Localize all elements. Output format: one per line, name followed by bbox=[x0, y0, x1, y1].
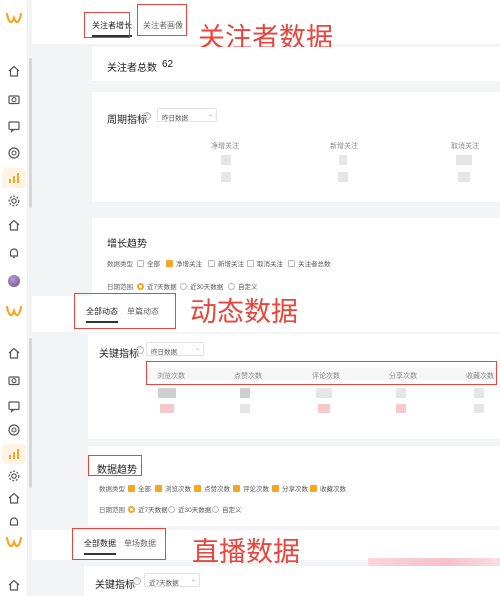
highlight-box bbox=[137, 4, 187, 36]
key-metrics-label: 关键指标 bbox=[99, 349, 139, 360]
metric-value-blurred bbox=[456, 155, 472, 165]
avatar[interactable] bbox=[8, 275, 20, 287]
annotation-live: 直播数据 bbox=[192, 537, 300, 568]
metric-value-blurred bbox=[396, 404, 406, 413]
metric-value-blurred bbox=[160, 404, 174, 413]
data-type-option-shares[interactable]: 分享次数 bbox=[272, 483, 308, 493]
bar-chart-icon bbox=[9, 173, 19, 183]
sidebar-1 bbox=[0, 0, 28, 295]
chevron-down-icon: ⌄ bbox=[190, 577, 196, 583]
metric-value-blurred bbox=[221, 155, 231, 165]
sidebar-item-analytics[interactable] bbox=[2, 168, 26, 188]
data-type-option-comments[interactable]: 评论次数 bbox=[233, 483, 269, 493]
gear-icon[interactable] bbox=[7, 194, 21, 208]
home-icon[interactable] bbox=[7, 64, 21, 78]
data-type-option-new[interactable]: 新增关注 bbox=[208, 258, 244, 268]
data-type-option-total[interactable]: 关注者总数 bbox=[288, 258, 331, 268]
gear-icon[interactable] bbox=[7, 469, 21, 483]
highlight-box bbox=[88, 455, 142, 476]
metric-value-blurred bbox=[240, 404, 250, 413]
page: 关注者增长 关注者画像 关注者数据 关注者总数 62 周期指标 ? 昨日数据 ⌄ … bbox=[0, 0, 500, 596]
metric-value-blurred bbox=[221, 172, 231, 182]
brand-logo-icon bbox=[5, 305, 23, 317]
brand-logo-icon bbox=[5, 12, 23, 24]
data-type-label: 数据类型 bbox=[107, 261, 133, 268]
metric-value-blurred bbox=[316, 388, 332, 398]
data-type-option-net[interactable]: 净增关注 bbox=[166, 258, 202, 268]
period-metrics-label: 周期指标 bbox=[107, 115, 147, 126]
data-type-option-views[interactable]: 浏览次数 bbox=[155, 483, 191, 493]
home-icon[interactable] bbox=[7, 578, 21, 592]
highlight-box bbox=[84, 12, 130, 38]
bell-icon[interactable] bbox=[7, 515, 21, 529]
metric-value-blurred bbox=[339, 155, 347, 165]
house-icon[interactable] bbox=[7, 491, 21, 505]
target-icon[interactable] bbox=[7, 423, 21, 437]
live-key-metrics-label: 关键指标 bbox=[95, 580, 135, 591]
data-type-option-likes[interactable]: 点赞次数 bbox=[194, 483, 230, 493]
growth-trend-title: 增长趋势 bbox=[107, 239, 147, 250]
highlight-box bbox=[74, 293, 176, 329]
annotation-dynamic: 动态数据 bbox=[190, 297, 298, 328]
metric-label: 取消关注 bbox=[451, 143, 479, 150]
date-range-option-custom[interactable]: 自定义 bbox=[228, 281, 258, 291]
help-icon[interactable]: ? bbox=[136, 346, 144, 354]
help-icon[interactable]: ? bbox=[143, 112, 151, 120]
highlight-box bbox=[146, 361, 497, 385]
metric-value-blurred bbox=[318, 404, 330, 413]
camera-icon[interactable] bbox=[7, 373, 21, 387]
data-type-label: 数据类型 bbox=[99, 486, 125, 493]
scrollbar-1[interactable] bbox=[29, 58, 32, 208]
metric-value-blurred bbox=[474, 404, 484, 413]
help-icon[interactable]: ? bbox=[133, 577, 141, 585]
chevron-down-icon: ⌄ bbox=[207, 112, 213, 118]
bell-icon[interactable] bbox=[7, 246, 21, 260]
live-key-metrics-select[interactable]: 近7天数据 ⌄ bbox=[144, 573, 200, 587]
date-range-option-30[interactable]: 近30天数据 bbox=[168, 504, 211, 514]
sidebar-3 bbox=[0, 530, 28, 596]
data-type-option-cancel[interactable]: 取消关注 bbox=[247, 258, 283, 268]
brand-logo-icon bbox=[5, 536, 23, 548]
metric-value-blurred bbox=[158, 388, 176, 398]
follower-total-value: 62 bbox=[162, 59, 174, 70]
data-type-option-favorites[interactable]: 收藏次数 bbox=[310, 483, 346, 493]
period-select[interactable]: 昨日数据 ⌄ bbox=[157, 108, 217, 122]
message-icon[interactable] bbox=[7, 399, 21, 413]
date-range-option-30[interactable]: 近30天数据 bbox=[180, 281, 223, 291]
date-range-option-7[interactable]: 近7天数据 bbox=[137, 281, 177, 291]
metric-value-blurred bbox=[240, 388, 250, 398]
house-icon[interactable] bbox=[7, 218, 21, 232]
key-metrics-select[interactable]: 昨日数据 ⌄ bbox=[146, 342, 204, 356]
target-icon[interactable] bbox=[7, 146, 21, 160]
metric-value-blurred bbox=[338, 172, 348, 182]
date-range-option-custom[interactable]: 自定义 bbox=[212, 504, 242, 514]
metric-value-blurred bbox=[458, 172, 470, 182]
metric-value-blurred bbox=[474, 388, 484, 398]
sidebar-2 bbox=[0, 295, 28, 530]
home-icon[interactable] bbox=[7, 346, 21, 360]
metric-label: 净增关注 bbox=[211, 143, 239, 150]
data-type-option-all[interactable]: 全部 bbox=[137, 258, 160, 268]
chevron-down-icon: ⌄ bbox=[194, 346, 200, 352]
metric-label: 新增关注 bbox=[330, 143, 358, 150]
sidebar-item-analytics[interactable] bbox=[2, 444, 26, 464]
metric-value-blurred bbox=[396, 388, 406, 398]
date-range-option-7[interactable]: 近7天数据 bbox=[128, 504, 168, 514]
bar-chart-icon bbox=[9, 449, 19, 459]
message-icon[interactable] bbox=[7, 119, 21, 133]
date-range-label: 日期范围 bbox=[107, 284, 133, 291]
camera-icon[interactable] bbox=[7, 92, 21, 106]
highlight-box bbox=[72, 528, 166, 560]
data-type-option-all[interactable]: 全部 bbox=[128, 483, 151, 493]
follower-total-label: 关注者总数 bbox=[107, 63, 157, 74]
scrollbar-2[interactable] bbox=[29, 338, 32, 488]
date-range-label: 日期范围 bbox=[99, 507, 125, 514]
period-metrics-card bbox=[92, 92, 500, 202]
